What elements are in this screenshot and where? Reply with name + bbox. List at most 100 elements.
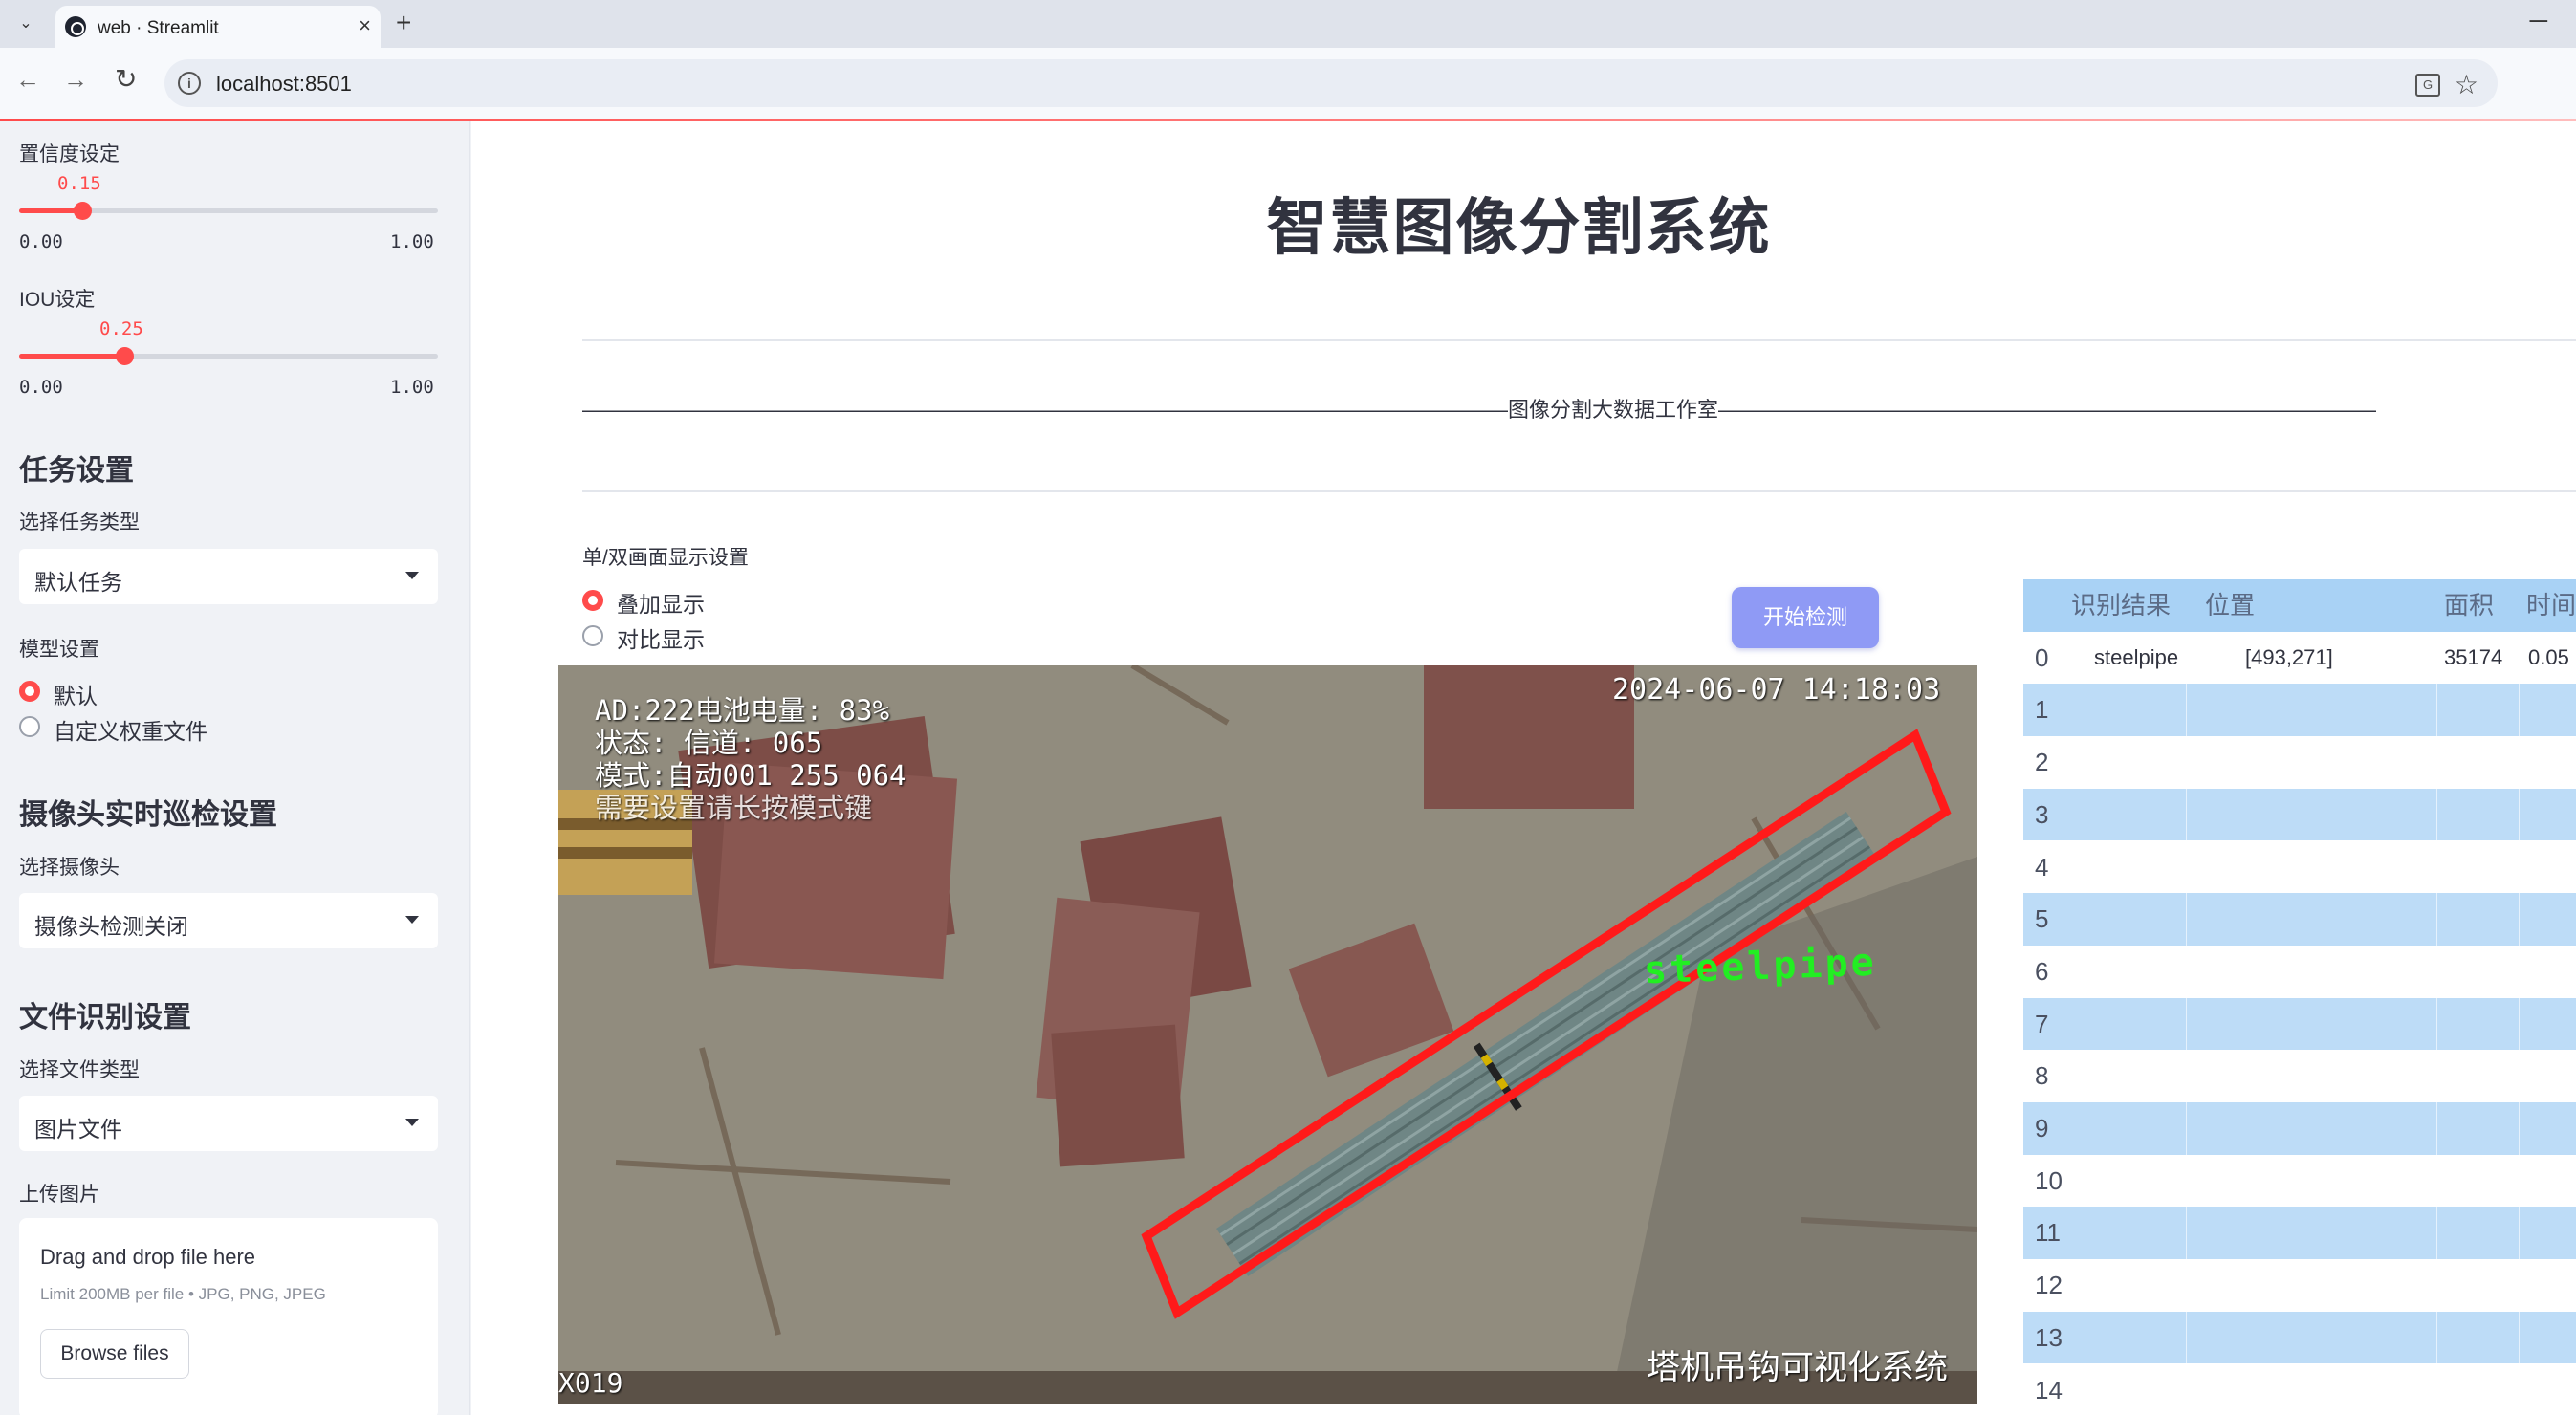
confidence-label: 置信度设定 <box>19 143 120 165</box>
table-row[interactable]: 9 <box>2023 1102 2576 1155</box>
chevron-down-icon <box>405 572 419 579</box>
column-header-result[interactable]: 识别结果 <box>2071 579 2171 632</box>
column-separator <box>2519 1363 2520 1415</box>
model-settings-label: 模型设置 <box>19 639 99 661</box>
table-row[interactable]: 2 <box>2023 736 2576 789</box>
iou-slider-thumb[interactable] <box>115 347 134 365</box>
detection-label: steelpipe <box>1643 940 1878 993</box>
column-separator <box>2519 1259 2520 1312</box>
column-separator <box>2519 997 2520 1051</box>
column-separator <box>2186 1207 2187 1260</box>
column-separator <box>2186 736 2187 789</box>
camera-select[interactable]: 摄像头检测关闭 <box>19 893 438 948</box>
table-row[interactable]: 14 <box>2023 1363 2576 1415</box>
table-row[interactable]: 13 <box>2023 1311 2576 1364</box>
table-row[interactable]: 10 <box>2023 1154 2576 1208</box>
page-title: 智慧图像分割系统 <box>471 179 2576 267</box>
table-row[interactable]: 0 steelpipe [493,271] 35174 0.05 <box>2023 631 2576 685</box>
column-separator <box>2519 736 2520 789</box>
cell-label: steelpipe <box>2094 644 2179 669</box>
minimize-icon[interactable]: ─ <box>2530 6 2547 35</box>
column-separator <box>2186 1259 2187 1312</box>
detection-image: AD:222电池电量: 83% 状态: 信道: 065 模式:自动001 255… <box>558 665 1977 1404</box>
tab-close-icon[interactable]: × <box>359 13 371 38</box>
column-separator <box>2186 1050 2187 1102</box>
task-type-label: 选择任务类型 <box>19 512 140 533</box>
table-row[interactable]: 8 <box>2023 1050 2576 1102</box>
file-type-select[interactable]: 图片文件 <box>19 1096 438 1151</box>
row-index: 7 <box>2035 1009 2049 1038</box>
column-separator <box>2519 788 2520 841</box>
iou-slider[interactable] <box>19 347 438 365</box>
column-header-time[interactable]: 时间 <box>2526 579 2576 632</box>
dropzone-limit: Limit 200MB per file • JPG, PNG, JPEG <box>40 1285 326 1303</box>
column-separator <box>2519 1207 2520 1260</box>
translate-icon[interactable]: G <box>2415 74 2440 97</box>
browser-toolbar: ← → ↻ i localhost:8501 G ☆ <box>0 48 2576 119</box>
table-row[interactable]: 4 <box>2023 840 2576 894</box>
column-separator <box>2519 1154 2520 1208</box>
new-tab-icon[interactable]: + <box>396 8 411 38</box>
column-separator <box>2186 945 2187 998</box>
camera-timestamp: 2024-06-07 14:18:03 <box>1612 673 1941 707</box>
column-separator <box>2436 893 2437 946</box>
column-separator <box>2186 684 2187 737</box>
table-row[interactable]: 6 <box>2023 945 2576 998</box>
cell-position: [493,271] <box>2245 644 2333 669</box>
browser-tab-bar: ⌄ web · Streamlit × + ─ <box>0 0 2576 48</box>
iou-value: 0.25 <box>99 318 143 339</box>
radio-overlay-display[interactable] <box>582 590 603 611</box>
row-index: 9 <box>2035 1114 2049 1143</box>
results-table[interactable]: 识别结果 位置 面积 时间 0 steelpipe [493,271] 35174 0.… <box>2023 579 2576 1415</box>
tab-search-icon[interactable]: ⌄ <box>11 10 40 38</box>
reload-icon[interactable]: ↻ <box>115 63 137 95</box>
back-arrow-icon[interactable]: ← <box>15 65 40 95</box>
column-separator <box>2519 893 2520 946</box>
browse-files-button[interactable]: Browse files <box>40 1329 189 1379</box>
radio-default-model[interactable] <box>19 681 40 702</box>
column-separator <box>2436 788 2437 841</box>
camera-settings-heading: 摄像头实时巡检设置 <box>19 799 277 831</box>
column-separator <box>2186 631 2187 685</box>
column-separator <box>2436 1050 2437 1102</box>
column-separator <box>2186 1154 2187 1208</box>
main-content: 智慧图像分割系统 ———————————————————————————————… <box>471 121 2576 1415</box>
table-row[interactable]: 12 <box>2023 1259 2576 1312</box>
column-separator <box>2519 631 2520 685</box>
confidence-slider[interactable] <box>19 202 438 220</box>
task-type-value: 默认任务 <box>34 570 122 595</box>
column-separator <box>2519 945 2520 998</box>
table-row[interactable]: 11 <box>2023 1207 2576 1260</box>
confidence-max: 1.00 <box>390 231 434 252</box>
table-row[interactable]: 3 <box>2023 788 2576 841</box>
radio-compare-display-label[interactable]: 对比显示 <box>617 621 705 654</box>
url-text[interactable]: localhost:8501 <box>216 72 352 97</box>
table-row[interactable]: 1 <box>2023 684 2576 737</box>
row-index: 5 <box>2035 904 2049 934</box>
radio-compare-display[interactable] <box>582 625 603 646</box>
row-index: 1 <box>2035 695 2049 725</box>
column-header-area[interactable]: 面积 <box>2444 579 2494 632</box>
table-row[interactable]: 5 <box>2023 893 2576 946</box>
site-info-icon[interactable]: i <box>178 72 201 95</box>
row-index: 13 <box>2035 1322 2063 1352</box>
radio-custom-weights[interactable] <box>19 716 40 737</box>
radio-overlay-display-label[interactable]: 叠加显示 <box>617 586 705 619</box>
bookmark-star-icon[interactable]: ☆ <box>2455 69 2478 100</box>
column-header-position[interactable]: 位置 <box>2205 579 2255 632</box>
iou-max: 1.00 <box>390 377 434 398</box>
radio-default-model-label[interactable]: 默认 <box>54 678 98 710</box>
file-dropzone[interactable]: Drag and drop file here Limit 200MB per … <box>19 1218 438 1415</box>
radio-custom-weights-label[interactable]: 自定义权重文件 <box>54 713 207 746</box>
forward-arrow-icon[interactable]: → <box>63 65 88 95</box>
iou-slider-fill <box>19 354 124 359</box>
start-detection-button[interactable]: 开始检测 <box>1732 587 1879 648</box>
confidence-slider-thumb[interactable] <box>73 202 92 220</box>
row-index: 0 <box>2035 642 2049 672</box>
confidence-value: 0.15 <box>57 173 101 194</box>
task-type-select[interactable]: 默认任务 <box>19 549 438 604</box>
table-row[interactable]: 7 <box>2023 997 2576 1051</box>
browser-tab[interactable]: web · Streamlit × <box>55 6 381 48</box>
address-bar[interactable]: i localhost:8501 G ☆ <box>164 59 2498 107</box>
camera-select-label: 选择摄像头 <box>19 857 120 879</box>
